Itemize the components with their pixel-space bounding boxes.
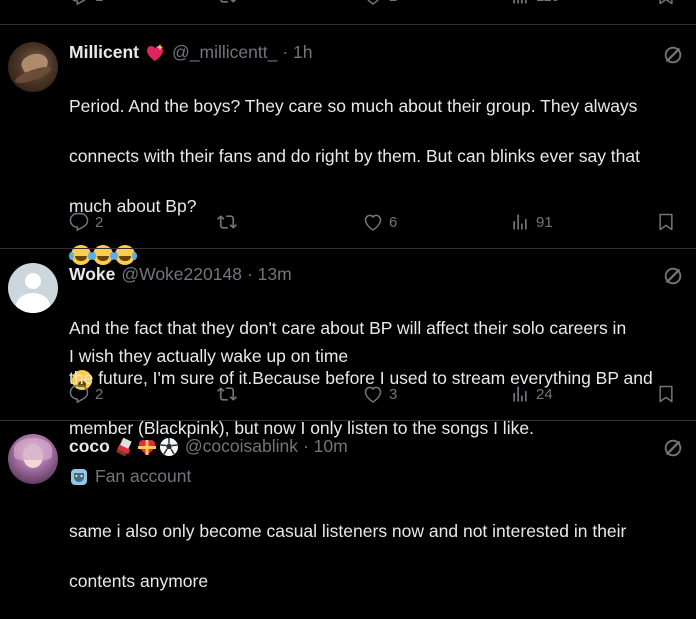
display-name[interactable]: Woke [69,264,115,285]
tweet-header: Woke @Woke220148 · 13m [69,264,292,285]
chocolate-emoji [115,437,135,457]
like-count: 2 [389,0,397,5]
grok-button[interactable] [662,265,684,292]
repost-button[interactable] [216,212,238,232]
reply-button[interactable]: 2 [69,212,103,232]
timestamp[interactable]: · 10m [303,436,348,457]
heart-icon [367,0,379,5]
avatar[interactable] [8,263,58,313]
sparkling-heart-emoji [144,43,166,63]
grok-button[interactable] [662,44,684,71]
tweet-actions: 2 6 91 [0,212,696,234]
like-button[interactable]: 2 [363,0,397,6]
bookmark-button[interactable] [656,0,676,6]
reply-count: 1 [95,0,103,5]
like-count: 6 [389,213,398,231]
avatar[interactable] [8,434,58,484]
badge-label: Fan account [95,466,192,486]
reply-icon [69,212,89,232]
divider [0,420,696,421]
bookmark-button[interactable] [656,212,676,232]
view-count: 91 [536,213,553,231]
bookmark-button[interactable] [656,384,676,404]
bookmark-icon [659,213,673,231]
heart-icon [364,214,382,231]
text-line: And the fact that they don't care about … [69,318,627,338]
tweet-header: coco @cocoisablink · 10m [69,436,348,457]
views-icon [513,214,527,230]
text-line: Period. And the boys? They care so much … [69,96,638,116]
views-icon [513,0,527,4]
like-button[interactable]: 3 [363,384,397,404]
repost-button[interactable] [216,384,238,404]
views-button[interactable]: 91 [510,212,553,232]
timestamp[interactable]: · 1h [282,42,312,63]
text-line: same i also only become casual listeners… [69,521,627,541]
reply-count: 2 [95,213,104,231]
previous-tweet-actions: 1 2 119 [0,0,696,10]
handle[interactable]: @_millicentt_ [172,42,277,63]
repost-icon [217,215,237,229]
views-button[interactable]: 119 [510,0,560,6]
tweet-header: Millicent @_millicentt_ · 1h [69,42,312,63]
display-name[interactable]: Millicent [69,42,139,63]
fan-account-badge: Fan account [69,466,191,487]
timestamp[interactable]: · 13m [247,264,292,285]
tweet-text: same i also only become casual listeners… [69,494,696,619]
reply-icon [69,384,89,404]
view-count: 119 [536,0,560,5]
like-count: 3 [389,385,398,403]
heart-icon [364,386,382,403]
reply-button[interactable]: 1 [69,0,103,6]
bookmark-icon [659,385,673,403]
text-line: contents anymore [69,571,209,591]
views-button[interactable]: 24 [510,384,553,404]
reply-button[interactable]: 2 [69,384,103,404]
views-icon [513,386,527,402]
repost-button[interactable] [216,0,238,6]
handle[interactable]: @Woke220148 [121,264,242,285]
grok-icon [664,439,682,457]
divider [0,24,696,25]
repost-icon [219,0,237,3]
text-line: connects with their fans and do right by… [69,146,640,166]
repost-icon [217,387,237,401]
grok-icon [664,267,682,285]
grok-button[interactable] [662,437,684,464]
reply-icon [72,0,86,6]
heart-with-ribbon-emoji [136,437,158,457]
view-count: 24 [536,385,553,403]
reply-count: 2 [95,385,104,403]
bookmark-icon [659,0,673,5]
like-button[interactable]: 6 [363,212,397,232]
tweet-actions: 2 3 24 [0,384,696,406]
display-name[interactable]: coco [69,436,110,457]
masks-icon [71,468,87,485]
avatar[interactable] [8,42,58,92]
divider [0,248,696,249]
grok-icon [664,46,682,64]
handle[interactable]: @cocoisablink [185,436,298,457]
soccer-ball-emoji [159,437,179,457]
